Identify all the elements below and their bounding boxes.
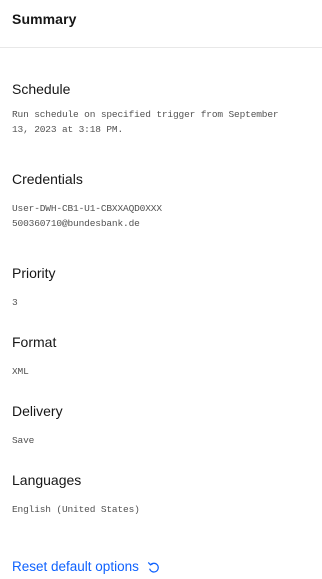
reset-default-options-link[interactable]: Reset default options xyxy=(12,559,161,574)
schedule-value: Run schedule on specified trigger from S… xyxy=(12,109,279,135)
languages-value: English (United States) xyxy=(12,504,140,515)
languages-label: Languages xyxy=(12,472,82,488)
format-section: Format XML xyxy=(12,333,322,379)
schedule-label: Schedule xyxy=(12,81,71,97)
credentials-label: Credentials xyxy=(12,171,83,187)
summary-header: Summary xyxy=(0,0,322,48)
schedule-section: Schedule Run schedule on specified trigg… xyxy=(12,80,322,137)
credentials-section: Credentials User-DWH-CB1-U1-CBXXAQD0XXX … xyxy=(12,170,322,231)
summary-panel: Summary Schedule Run schedule on specifi… xyxy=(0,0,322,579)
delivery-section: Delivery Save xyxy=(12,402,322,448)
format-value: XML xyxy=(12,366,29,377)
format-label: Format xyxy=(12,334,57,350)
panel-title: Summary xyxy=(12,11,77,27)
languages-section: Languages English (United States) xyxy=(12,471,322,517)
priority-value: 3 xyxy=(12,297,18,308)
reset-icon xyxy=(147,560,161,574)
priority-section: Priority 3 xyxy=(12,264,322,310)
delivery-value: Save xyxy=(12,435,35,446)
delivery-label: Delivery xyxy=(12,403,63,419)
priority-label: Priority xyxy=(12,265,56,281)
credentials-value: User-DWH-CB1-U1-CBXXAQD0XXX 500360710@bu… xyxy=(12,203,162,229)
reset-default-options-label: Reset default options xyxy=(12,559,139,574)
